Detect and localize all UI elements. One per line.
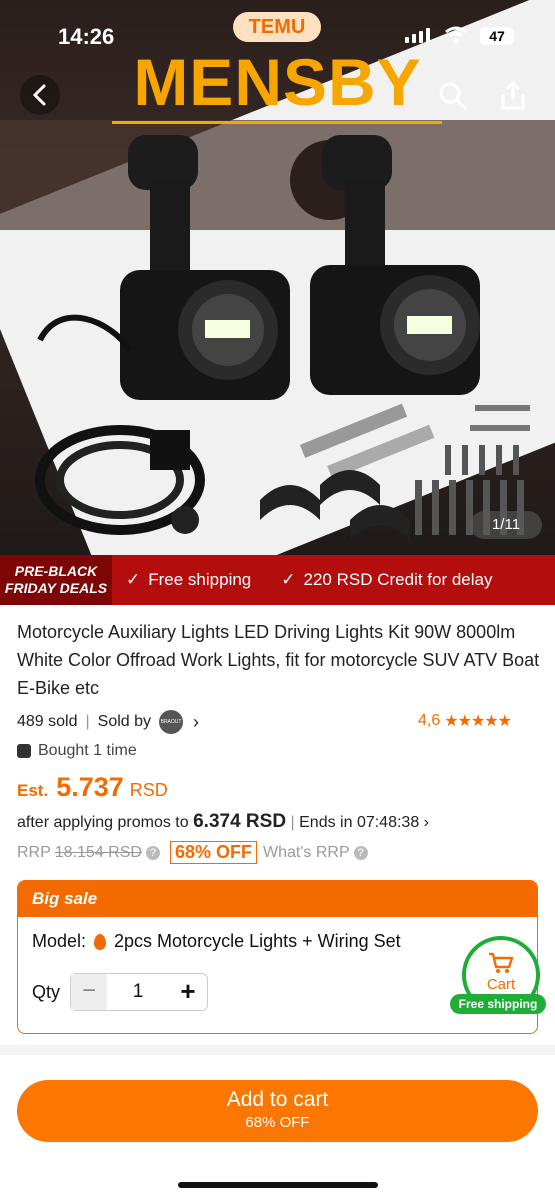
chevron-right-icon: › xyxy=(193,711,200,732)
free-shipping-tag: Free shipping xyxy=(450,994,546,1014)
chevron-right-icon: › xyxy=(423,814,429,831)
model-selector[interactable]: Model: 2pcs Motorcycle Lights + Wiring S… xyxy=(32,931,401,952)
qty-label: Qty xyxy=(32,981,61,1002)
ends-timer: Ends in 07:48:38 xyxy=(299,814,420,831)
est-label: Est. xyxy=(17,781,49,800)
back-icon xyxy=(32,84,46,106)
cart-icon xyxy=(489,952,514,973)
question-icon[interactable]: ? xyxy=(353,845,368,860)
question-icon[interactable]: ? xyxy=(145,845,160,860)
credit-badge: ✓ 220 RSD Credit for delay xyxy=(281,570,492,590)
bought-text: Bought 1 time xyxy=(38,742,137,759)
signal-icon xyxy=(405,28,430,43)
black-friday-tag: PRE-BLACK FRIDAY DEALS xyxy=(0,555,112,605)
bought-info: Bought 1 time xyxy=(17,742,137,760)
share-icon xyxy=(501,80,525,110)
add-to-cart-discount: 68% OFF xyxy=(245,1114,310,1131)
promo-price-info[interactable]: after applying promos to 6.374 RSD | End… xyxy=(17,811,429,833)
rating-value: 4,6 xyxy=(418,712,441,729)
home-indicator xyxy=(178,1182,378,1188)
quantity-stepper: − 1 + xyxy=(70,973,209,1011)
check-icon: ✓ xyxy=(281,570,296,589)
after-text: after applying promos to xyxy=(17,814,189,831)
star-icon: ★★★★★ xyxy=(444,713,512,730)
rrp-value: 18.154 RSD xyxy=(54,843,142,861)
drop-icon xyxy=(94,933,107,950)
rrp-label: RRP xyxy=(17,843,51,861)
rating[interactable]: 4,6 ★★★★★ xyxy=(418,711,512,731)
search-icon xyxy=(439,82,467,110)
rrp-row: RRP 18.154 RSD ? 68% OFF What's RRP ? xyxy=(17,841,368,864)
free-shipping-text: Free shipping xyxy=(148,570,252,589)
back-button[interactable] xyxy=(20,75,60,115)
sold-by-label: Sold by xyxy=(97,713,152,730)
model-value: 2pcs Motorcycle Lights + Wiring Set xyxy=(114,931,401,951)
tag-line2: FRIDAY DEALS xyxy=(4,580,108,596)
currency: RSD xyxy=(129,780,168,800)
check-icon: ✓ xyxy=(126,570,141,589)
cart-label: Cart xyxy=(486,976,516,993)
seller-avatar: BRAOUT xyxy=(159,710,184,734)
status-time: 14:26 xyxy=(58,24,115,49)
search-button[interactable] xyxy=(437,80,469,117)
add-to-cart-button[interactable]: Add to cart 68% OFF xyxy=(17,1080,538,1142)
wifi-icon xyxy=(445,26,467,44)
sales-info: 489 sold | Sold by BRAOUT › xyxy=(17,710,199,734)
credit-text: 220 RSD Credit for delay xyxy=(303,570,493,589)
image-counter: 1/11 xyxy=(470,511,542,539)
sold-count: 489 sold xyxy=(17,713,78,730)
model-label: Model: xyxy=(32,931,87,951)
quantity-row: Qty − 1 + xyxy=(32,973,209,1011)
discount-badge: 68% OFF xyxy=(169,841,257,864)
increase-button[interactable]: + xyxy=(169,974,207,1010)
add-to-cart-label: Add to cart xyxy=(226,1088,329,1111)
promo-bar: PRE-BLACK FRIDAY DEALS ✓ Free shipping ✓… xyxy=(0,555,555,605)
battery-indicator: 47 xyxy=(480,27,514,45)
brand-logo: MENSBY xyxy=(133,45,422,119)
product-title: Motorcycle Auxiliary Lights LED Driving … xyxy=(17,622,540,698)
price-row: Est. 5.737 RSD xyxy=(17,772,168,803)
share-button[interactable] xyxy=(497,80,529,117)
bag-icon xyxy=(17,744,31,758)
quantity-value[interactable]: 1 xyxy=(107,981,169,1003)
tag-line1: PRE-BLACK xyxy=(14,563,98,579)
brand-underline xyxy=(112,121,442,124)
whats-rrp-link[interactable]: What's RRP xyxy=(263,844,350,862)
after-price: 6.374 RSD xyxy=(193,811,287,832)
decrease-button[interactable]: − xyxy=(71,974,108,1010)
price: 5.737 xyxy=(56,772,124,802)
product-image-gallery[interactable]: TEMU MENSBY 14:26 47 1/11 xyxy=(0,0,555,555)
free-shipping-badge: ✓ Free shipping xyxy=(126,570,251,590)
section-divider xyxy=(0,1045,555,1055)
sold-by-link[interactable]: Sold by BRAOUT › xyxy=(98,710,199,734)
status-bar: 14:26 47 xyxy=(0,22,555,52)
big-sale-heading: Big sale xyxy=(18,881,537,917)
